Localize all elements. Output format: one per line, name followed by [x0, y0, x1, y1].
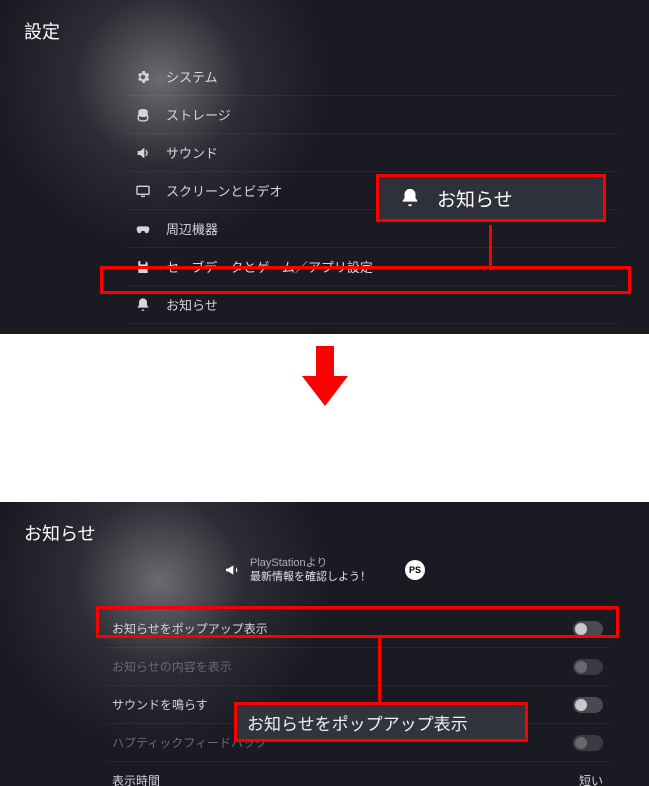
gear-icon [134, 68, 152, 86]
menu-item-label: ストレージ [166, 105, 231, 124]
menu-item-peripherals[interactable]: 周辺機器 [128, 210, 617, 248]
option-label: サウンドを鳴らす [112, 696, 208, 713]
ps-logo-icon: PS [405, 560, 425, 580]
banner-line2: 最新情報を確認しよう！ [250, 570, 371, 584]
save-icon [134, 258, 152, 276]
sound-icon [134, 144, 152, 162]
page-title: お知らせ [24, 520, 96, 546]
option-haptic-feedback[interactable]: ハプティックフィードバック [106, 724, 609, 762]
storage-icon [134, 106, 152, 124]
bell-icon [134, 296, 152, 314]
screen-icon [134, 182, 152, 200]
menu-item-label: 周辺機器 [166, 219, 218, 238]
menu-item-storage[interactable]: ストレージ [128, 96, 617, 134]
controller-icon [134, 220, 152, 238]
option-display-duration[interactable]: 表示時間 短い [106, 762, 609, 786]
menu-item-label: お知らせ [166, 295, 218, 314]
option-label: お知らせをポップアップ表示 [112, 620, 268, 637]
option-play-sound[interactable]: サウンドを鳴らす [106, 686, 609, 724]
option-value: 短い [579, 772, 603, 786]
toggle-switch[interactable] [573, 659, 603, 675]
option-show-content[interactable]: お知らせの内容を表示 [106, 648, 609, 686]
menu-item-sound[interactable]: サウンド [128, 134, 617, 172]
menu-item-label: セーブデータとゲーム／アプリ設定 [166, 257, 373, 276]
menu-item-screen[interactable]: スクリーンとビデオ [128, 172, 617, 210]
settings-menu: システム ストレージ サウンド スクリーンとビデオ 周辺機器 セーブデータとゲー… [128, 58, 617, 334]
menu-item-label: スクリーンとビデオ [166, 181, 282, 200]
menu-item-label: システム [166, 67, 218, 86]
option-label: お知らせの内容を表示 [112, 658, 232, 675]
megaphone-icon [224, 562, 240, 578]
menu-item-notifications[interactable]: お知らせ [128, 286, 617, 324]
page-title: 設定 [24, 18, 60, 44]
banner-line1: PlayStationより [250, 556, 371, 570]
option-popup-display[interactable]: お知らせをポップアップ表示 [106, 610, 609, 648]
menu-item-label: サウンド [166, 143, 218, 162]
toggle-switch[interactable] [573, 621, 603, 637]
toggle-switch[interactable] [573, 697, 603, 713]
toggle-switch[interactable] [573, 735, 603, 751]
notifications-screen: お知らせ PlayStationより 最新情報を確認しよう！ PS お知らせをポ… [0, 502, 649, 786]
menu-item-savedata[interactable]: セーブデータとゲーム／アプリ設定 [128, 248, 617, 286]
option-label: 表示時間 [112, 772, 160, 786]
notification-options: お知らせをポップアップ表示 お知らせの内容を表示 サウンドを鳴らす ハプティック… [106, 610, 609, 786]
option-label: ハプティックフィードバック [112, 734, 267, 751]
settings-screen: 設定 システム ストレージ サウンド スクリーンとビデオ 周辺機器 [0, 0, 649, 334]
promo-banner: PlayStationより 最新情報を確認しよう！ PS [0, 556, 649, 585]
menu-item-system[interactable]: システム [128, 58, 617, 96]
flow-arrow [0, 334, 649, 418]
menu-item-capture[interactable]: キャプチャーとブロードキャスト [128, 324, 617, 334]
